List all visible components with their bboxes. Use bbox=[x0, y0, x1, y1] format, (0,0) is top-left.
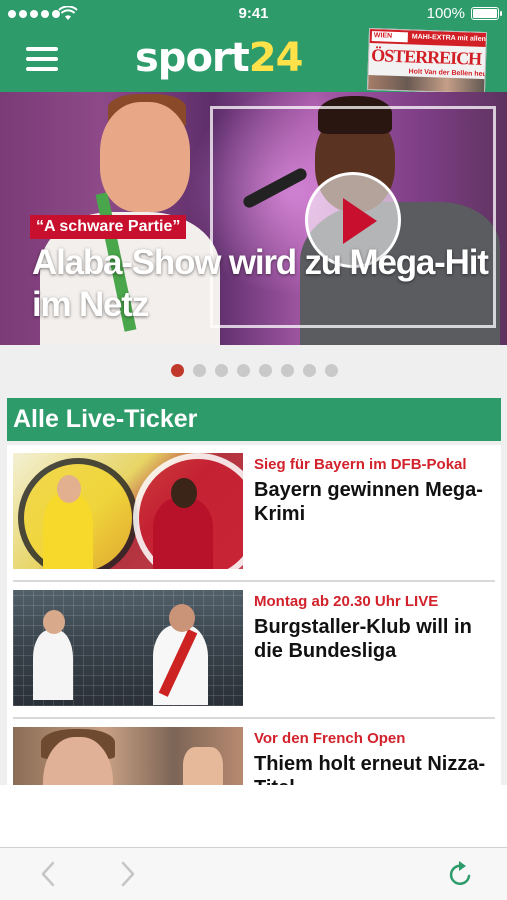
list-item[interactable]: Montag ab 20.30 Uhr LIVE Burgstaller-Klu… bbox=[7, 582, 501, 719]
ticker-list: Sieg für Bayern im DFB-Pokal Bayern gewi… bbox=[7, 445, 501, 785]
header-bar: 9:41 100% sport24 WIEN MAHI-EXTRA mit al… bbox=[0, 0, 507, 95]
player-red-head bbox=[171, 478, 197, 508]
carousel-dot-8[interactable] bbox=[325, 364, 338, 377]
carousel-dot-1[interactable] bbox=[171, 364, 184, 377]
carousel-dot-6[interactable] bbox=[281, 364, 294, 377]
chevron-left-icon[interactable] bbox=[34, 858, 64, 890]
hero-slide[interactable]: “A schware Partie” Alaba-Show wird zu Me… bbox=[0, 92, 507, 345]
reload-icon[interactable] bbox=[446, 858, 476, 890]
article-tag: Sieg für Bayern im DFB-Pokal bbox=[254, 456, 467, 473]
epaper-top-left: WIEN bbox=[371, 31, 408, 43]
blank-area bbox=[0, 785, 507, 847]
section-title: Alle Live-Ticker bbox=[7, 398, 501, 441]
epaper-thumbnail[interactable]: WIEN MAHI-EXTRA mit allen Ergebnissen au… bbox=[366, 27, 488, 95]
player-right-head bbox=[169, 604, 195, 632]
app-screen: 9:41 100% sport24 WIEN MAHI-EXTRA mit al… bbox=[0, 0, 507, 900]
chevron-right-icon[interactable] bbox=[112, 858, 142, 890]
carousel-dot-7[interactable] bbox=[303, 364, 316, 377]
battery-icon bbox=[471, 7, 502, 20]
article-thumbnail bbox=[13, 727, 243, 785]
article-thumbnail bbox=[13, 590, 243, 706]
hero-person-left-face bbox=[100, 102, 190, 212]
carousel-dot-4[interactable] bbox=[237, 364, 250, 377]
list-item[interactable]: Sieg für Bayern im DFB-Pokal Bayern gewi… bbox=[7, 445, 501, 582]
article-thumbnail bbox=[13, 453, 243, 569]
hero-kicker: “A schware Partie” bbox=[30, 215, 187, 239]
player-yellow-head bbox=[57, 475, 81, 503]
article-tag: Montag ab 20.30 Uhr LIVE bbox=[254, 593, 439, 610]
status-bar: 9:41 100% bbox=[0, 0, 507, 28]
carousel-dots bbox=[171, 364, 338, 377]
player-yellow bbox=[43, 493, 93, 569]
list-item[interactable]: Vor den French Open Thiem holt erneut Ni… bbox=[7, 719, 501, 785]
carousel-pagination bbox=[0, 345, 507, 395]
carousel-dot-2[interactable] bbox=[193, 364, 206, 377]
browser-toolbar bbox=[0, 847, 507, 900]
player-red bbox=[153, 498, 213, 569]
carousel-dot-3[interactable] bbox=[215, 364, 228, 377]
thumbs-up-hand bbox=[183, 747, 223, 785]
article-title[interactable]: Burgstaller-Klub will in die Bundesliga bbox=[254, 615, 499, 663]
hero-headline[interactable]: Alaba-Show wird zu Mega-Hit im Netz bbox=[32, 242, 492, 326]
logo-text-24: 24 bbox=[248, 35, 304, 81]
logo-text-sport: sport bbox=[135, 35, 250, 81]
hamburger-menu-icon[interactable] bbox=[26, 47, 58, 71]
article-title[interactable]: Thiem holt erneut Nizza-Titel bbox=[254, 752, 499, 785]
player-left-head bbox=[43, 610, 65, 634]
article-tag: Vor den French Open bbox=[254, 730, 406, 747]
sport24-logo[interactable]: sport24 bbox=[135, 35, 304, 81]
carousel-dot-5[interactable] bbox=[259, 364, 272, 377]
player-left bbox=[33, 630, 73, 700]
article-title[interactable]: Bayern gewinnen Mega-Krimi bbox=[254, 478, 499, 526]
epaper-title: ÖSTERREICH bbox=[370, 45, 482, 69]
battery-percent: 100% bbox=[426, 5, 465, 22]
live-ticker-section: Alle Live-Ticker Sieg für Bayern im DFB-… bbox=[0, 395, 507, 785]
